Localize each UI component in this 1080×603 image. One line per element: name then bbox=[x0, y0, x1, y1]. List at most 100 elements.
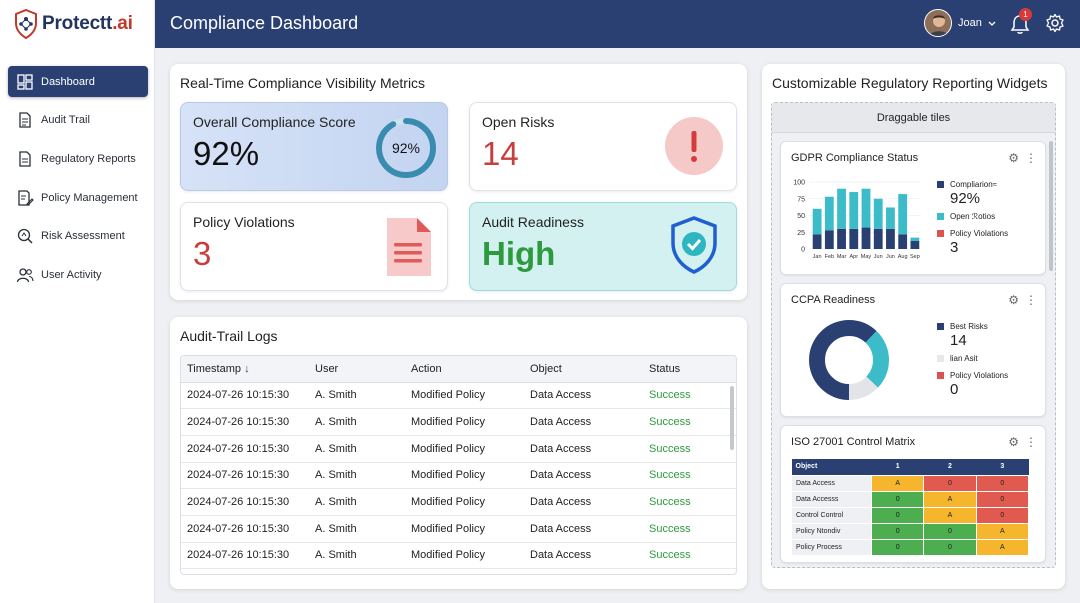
compliance-score-value: 92% bbox=[193, 135, 260, 172]
matrix-status-cell: 0 bbox=[975, 474, 1030, 492]
ccpa-legend-item: Ɩian Asit bbox=[937, 354, 978, 363]
metrics-panel: Real-Time Compliance Visibility Metrics … bbox=[170, 64, 747, 300]
table-cell-action: Modified Policy bbox=[405, 435, 524, 463]
table-cell-timestamp: 2024-07-26 10:15:30 bbox=[181, 435, 309, 463]
compliance-score-label: Overall Compliance Score bbox=[193, 114, 356, 130]
ccpa-widget[interactable]: CCPA Readiness ⚙ ⋮ Best Risks 14 Ɩian Asit P… bbox=[780, 283, 1046, 417]
table-row[interactable]: 2024-07-26 10:15:30 A. Smith Modified Poli… bbox=[181, 488, 736, 516]
sidebar: Protectt.ai Dashboard Audit Trail Regulato… bbox=[0, 0, 155, 603]
bar-series-0-sep bbox=[910, 240, 920, 249]
widget-settings-icon[interactable]: ⚙ bbox=[1008, 435, 1019, 449]
sidebar-item-user-activity[interactable]: User Activity bbox=[8, 259, 148, 290]
matrix-status-cell: A bbox=[923, 506, 977, 524]
gdpr-widget[interactable]: GDPR Compliance Status ⚙ ⋮ 100 75 50 25 0 Jan F… bbox=[780, 141, 1046, 275]
more-options-icon[interactable]: ⋮ bbox=[1025, 435, 1037, 449]
iso-widget[interactable]: ISO 27001 Control Matrix ⚙ ⋮ Object 1 2 3 Da… bbox=[780, 425, 1046, 563]
policy-edit-icon bbox=[18, 189, 34, 206]
widget-settings-icon[interactable]: ⚙ bbox=[1008, 151, 1019, 165]
app-name: Protectt.ai bbox=[42, 13, 133, 34]
sidebar-item-regulatory-reports[interactable]: Regulatory Reports bbox=[8, 143, 148, 174]
open-risks-card[interactable]: Open Risks 14 bbox=[469, 102, 737, 191]
compliance-gauge: 92% bbox=[376, 118, 436, 178]
x-tick-label: Jun bbox=[886, 254, 895, 260]
table-row[interactable]: 2024-07-26 10:15:30 A. Smith Modified Poli… bbox=[181, 382, 736, 410]
matrix-header-cell: 3 bbox=[976, 459, 1029, 475]
sidebar-item-policy-management[interactable]: Policy Management bbox=[8, 182, 148, 213]
column-header-object[interactable]: Object bbox=[524, 356, 643, 383]
matrix-header-cell: 2 bbox=[923, 459, 977, 475]
ccpa-legend-item: Best Risks bbox=[937, 322, 988, 331]
table-cell-timestamp: 2024-07-26 10:15:30 bbox=[181, 488, 309, 516]
table-cell-user: A. Smith bbox=[309, 382, 405, 410]
ccpa-title: CCPA Readiness bbox=[791, 294, 876, 306]
table-row[interactable]: 2024-07-26 10:15:30 A. Smith Modified Poli… bbox=[181, 462, 736, 490]
sidebar-item-label: User Activity bbox=[41, 268, 102, 281]
table-cell-object: Data Access bbox=[524, 515, 643, 543]
more-options-icon[interactable]: ⋮ bbox=[1025, 293, 1037, 307]
sort-arrow-down-icon: ↓ bbox=[244, 362, 250, 375]
widgets-scrollbar[interactable] bbox=[1049, 141, 1053, 271]
table-row[interactable]: 2024-07-26 10:15:30 A. Smith Modified Poli… bbox=[181, 435, 736, 463]
sidebar-item-dashboard[interactable]: Dashboard bbox=[8, 66, 148, 97]
table-cell-action: Modified Policy bbox=[405, 488, 524, 516]
table-scrollbar[interactable] bbox=[730, 386, 734, 450]
x-tick-label: Mar bbox=[837, 254, 847, 260]
y-tick-label: 25 bbox=[797, 230, 805, 237]
bar-series-1-aug bbox=[898, 194, 908, 235]
table-row[interactable]: 2024-07-26 10:15:30 A. Smith Modified Poli… bbox=[181, 515, 736, 543]
iso-title: ISO 27001 Control Matrix bbox=[791, 436, 916, 448]
x-tick-label: Jun bbox=[874, 254, 883, 260]
table-cell-status: Success bbox=[643, 488, 736, 516]
table-cell-object: Data Access bbox=[524, 542, 643, 570]
matrix-status-cell: 0 bbox=[923, 474, 977, 492]
table-cell-object: Data Access bbox=[524, 488, 643, 516]
bar-series-1-may bbox=[861, 188, 871, 228]
audit-logs-table: Timestamp ↓ User Action Object Status 20… bbox=[181, 356, 736, 570]
audit-readiness-card[interactable]: Audit Readiness High bbox=[469, 202, 737, 291]
table-cell-timestamp: 2024-07-26 10:15:30 bbox=[181, 382, 309, 410]
widget-settings-icon[interactable]: ⚙ bbox=[1008, 293, 1019, 307]
table-cell-action: Modified Policy bbox=[405, 515, 524, 543]
matrix-object-cell: Data Accesss bbox=[791, 490, 872, 508]
table-cell-user: A. Smith bbox=[309, 542, 405, 570]
page-title: Compliance Dashboard bbox=[170, 13, 359, 33]
user-name: Joan bbox=[958, 17, 982, 29]
legend-swatch bbox=[937, 323, 944, 330]
table-cell-object: Data Access bbox=[524, 435, 643, 463]
matrix-status-cell: A bbox=[975, 522, 1030, 540]
policy-violations-card[interactable]: Policy Violations 3 bbox=[180, 202, 448, 291]
more-options-icon[interactable]: ⋮ bbox=[1025, 151, 1037, 165]
table-cell-action: Modified Policy bbox=[405, 382, 524, 410]
ccpa-legend-value: 14 bbox=[950, 332, 967, 349]
column-header-user[interactable]: User bbox=[309, 356, 405, 383]
matrix-status-cell: A bbox=[923, 490, 977, 508]
matrix-status-cell: A bbox=[975, 538, 1030, 556]
audit-logs-table-wrap: Timestamp ↓ User Action Object Status 20… bbox=[180, 355, 737, 575]
shield-logo-icon bbox=[15, 8, 37, 40]
y-tick-label: 50 bbox=[797, 213, 805, 220]
column-header-timestamp[interactable]: Timestamp ↓ bbox=[181, 356, 309, 383]
matrix-object-cell: Policy Process bbox=[791, 538, 872, 556]
table-row[interactable]: 2024-07-26 10:15:30 A. Smith Modified Poli… bbox=[181, 542, 736, 570]
sidebar-item-label: Policy Management bbox=[41, 191, 138, 204]
metrics-title: Real-Time Compliance Visibility Metrics bbox=[180, 75, 426, 91]
column-header-status[interactable]: Status bbox=[643, 356, 736, 383]
user-menu[interactable]: Joan bbox=[924, 9, 998, 37]
table-row[interactable]: 2024-07-26 10:15:30 A. Smith Modified Poli… bbox=[181, 408, 736, 436]
matrix-status-cell: 0 bbox=[975, 490, 1030, 508]
compliance-score-card[interactable]: Overall Compliance Score 92% 92% bbox=[180, 102, 448, 191]
sidebar-item-risk-assessment[interactable]: Risk Assessment bbox=[8, 221, 148, 252]
matrix-row: Policy Process 0 0 A bbox=[791, 538, 1030, 556]
gear-icon[interactable] bbox=[1045, 13, 1065, 33]
bar-series-1-mar bbox=[837, 188, 846, 229]
table-cell-status: Success bbox=[643, 515, 736, 543]
x-tick-label: Apr bbox=[849, 254, 858, 260]
logo[interactable]: Protectt.ai bbox=[14, 8, 133, 40]
matrix-status-cell: 0 bbox=[975, 506, 1030, 524]
sidebar-item-audit-trail[interactable]: Audit Trail bbox=[8, 105, 148, 136]
iso-control-matrix: Object 1 2 3 Data Access A 0 0 Data Accesss 0 A 0 C… bbox=[791, 459, 1030, 556]
column-header-action[interactable]: Action bbox=[405, 356, 524, 383]
document-icon bbox=[19, 112, 31, 128]
bar-series-0-may bbox=[861, 227, 871, 249]
x-tick-label: Jan bbox=[813, 254, 822, 260]
